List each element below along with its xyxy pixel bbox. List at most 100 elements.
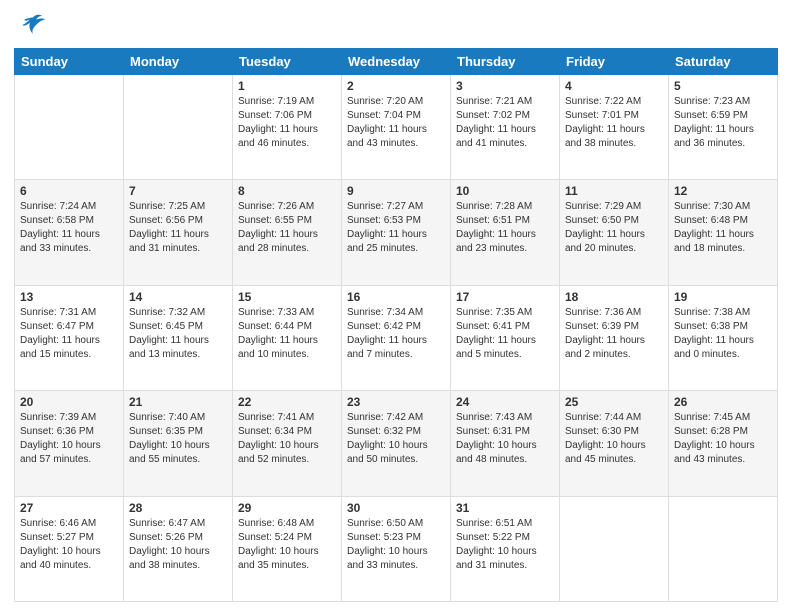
calendar-cell: 19 Sunrise: 7:38 AM Sunset: 6:38 PM Dayli… — [669, 285, 778, 390]
day-info: Sunrise: 7:23 AM Sunset: 6:59 PM Dayligh… — [674, 95, 772, 151]
calendar-cell: 16 Sunrise: 7:34 AM Sunset: 6:42 PM Dayli… — [342, 285, 451, 390]
week-row-2: 6 Sunrise: 7:24 AM Sunset: 6:58 PM Daylig… — [15, 180, 778, 285]
weekday-header-thursday: Thursday — [451, 49, 560, 75]
day-info: Sunrise: 7:43 AM Sunset: 6:31 PM Dayligh… — [456, 411, 554, 467]
day-info: Sunrise: 7:39 AM Sunset: 6:36 PM Dayligh… — [20, 411, 118, 467]
day-info: Sunrise: 6:46 AM Sunset: 5:27 PM Dayligh… — [20, 517, 118, 573]
weekday-header-row: SundayMondayTuesdayWednesdayThursdayFrid… — [15, 49, 778, 75]
calendar-cell: 12Sunrise: 7:30 AM Sunset: 6:48 PM Dayli… — [669, 180, 778, 285]
calendar-cell: 21Sunrise: 7:40 AM Sunset: 6:35 PM Dayli… — [124, 391, 233, 496]
calendar-cell: 9 Sunrise: 7:27 AM Sunset: 6:53 PM Daylig… — [342, 180, 451, 285]
day-number: 22 — [238, 395, 336, 409]
day-info: Sunrise: 7:34 AM Sunset: 6:42 PM Dayligh… — [347, 306, 445, 362]
calendar-cell: 28 Sunrise: 6:47 AM Sunset: 5:26 PM Dayli… — [124, 496, 233, 601]
day-info: Sunrise: 7:41 AM Sunset: 6:34 PM Dayligh… — [238, 411, 336, 467]
day-number: 29 — [238, 501, 336, 515]
day-number: 2 — [347, 79, 445, 93]
calendar-cell: 18 Sunrise: 7:36 AM Sunset: 6:39 PM Dayli… — [560, 285, 669, 390]
calendar-cell: 6 Sunrise: 7:24 AM Sunset: 6:58 PM Daylig… — [15, 180, 124, 285]
day-number: 31 — [456, 501, 554, 515]
day-number: 14 — [129, 290, 227, 304]
week-row-1: 1 Sunrise: 7:19 AM Sunset: 7:06 PM Daylig… — [15, 75, 778, 180]
day-number: 5 — [674, 79, 772, 93]
calendar-cell: 23 Sunrise: 7:42 AM Sunset: 6:32 PM Dayli… — [342, 391, 451, 496]
calendar-cell: 26 Sunrise: 7:45 AM Sunset: 6:28 PM Dayli… — [669, 391, 778, 496]
calendar-table: SundayMondayTuesdayWednesdayThursdayFrid… — [14, 48, 778, 602]
day-info: Sunrise: 7:35 AM Sunset: 6:41 PM Dayligh… — [456, 306, 554, 362]
weekday-header-friday: Friday — [560, 49, 669, 75]
day-info: Sunrise: 7:24 AM Sunset: 6:58 PM Dayligh… — [20, 200, 118, 256]
logo-bird-icon — [18, 10, 48, 40]
day-info: Sunrise: 7:28 AM Sunset: 6:51 PM Dayligh… — [456, 200, 554, 256]
day-number: 26 — [674, 395, 772, 409]
day-number: 3 — [456, 79, 554, 93]
weekday-header-sunday: Sunday — [15, 49, 124, 75]
day-number: 11 — [565, 184, 663, 198]
day-info: Sunrise: 6:47 AM Sunset: 5:26 PM Dayligh… — [129, 517, 227, 573]
day-number: 17 — [456, 290, 554, 304]
calendar-cell: 8 Sunrise: 7:26 AM Sunset: 6:55 PM Daylig… — [233, 180, 342, 285]
day-info: Sunrise: 7:42 AM Sunset: 6:32 PM Dayligh… — [347, 411, 445, 467]
day-info: Sunrise: 6:48 AM Sunset: 5:24 PM Dayligh… — [238, 517, 336, 573]
weekday-header-tuesday: Tuesday — [233, 49, 342, 75]
day-info: Sunrise: 7:36 AM Sunset: 6:39 PM Dayligh… — [565, 306, 663, 362]
day-number: 23 — [347, 395, 445, 409]
day-info: Sunrise: 7:22 AM Sunset: 7:01 PM Dayligh… — [565, 95, 663, 151]
header — [14, 10, 778, 40]
day-number: 18 — [565, 290, 663, 304]
calendar-cell: 30 Sunrise: 6:50 AM Sunset: 5:23 PM Dayli… — [342, 496, 451, 601]
week-row-5: 27 Sunrise: 6:46 AM Sunset: 5:27 PM Dayli… — [15, 496, 778, 601]
day-info: Sunrise: 7:21 AM Sunset: 7:02 PM Dayligh… — [456, 95, 554, 151]
weekday-header-monday: Monday — [124, 49, 233, 75]
calendar-cell: 27 Sunrise: 6:46 AM Sunset: 5:27 PM Dayli… — [15, 496, 124, 601]
day-number: 10 — [456, 184, 554, 198]
day-number: 9 — [347, 184, 445, 198]
day-info: Sunrise: 7:26 AM Sunset: 6:55 PM Dayligh… — [238, 200, 336, 256]
day-info: Sunrise: 7:29 AM Sunset: 6:50 PM Dayligh… — [565, 200, 663, 256]
day-info: Sunrise: 7:38 AM Sunset: 6:38 PM Dayligh… — [674, 306, 772, 362]
weekday-header-wednesday: Wednesday — [342, 49, 451, 75]
calendar-cell: 14 Sunrise: 7:32 AM Sunset: 6:45 PM Dayli… — [124, 285, 233, 390]
calendar-cell: 22 Sunrise: 7:41 AM Sunset: 6:34 PM Dayli… — [233, 391, 342, 496]
day-info: Sunrise: 7:31 AM Sunset: 6:47 PM Dayligh… — [20, 306, 118, 362]
day-number: 8 — [238, 184, 336, 198]
calendar-cell — [15, 75, 124, 180]
calendar-cell: 3 Sunrise: 7:21 AM Sunset: 7:02 PM Daylig… — [451, 75, 560, 180]
weekday-header-saturday: Saturday — [669, 49, 778, 75]
week-row-4: 20Sunrise: 7:39 AM Sunset: 6:36 PM Dayli… — [15, 391, 778, 496]
day-info: Sunrise: 6:51 AM Sunset: 5:22 PM Dayligh… — [456, 517, 554, 573]
page: SundayMondayTuesdayWednesdayThursdayFrid… — [0, 0, 792, 612]
day-number: 16 — [347, 290, 445, 304]
calendar-cell — [124, 75, 233, 180]
day-info: Sunrise: 7:45 AM Sunset: 6:28 PM Dayligh… — [674, 411, 772, 467]
calendar-cell: 15 Sunrise: 7:33 AM Sunset: 6:44 PM Dayli… — [233, 285, 342, 390]
day-number: 24 — [456, 395, 554, 409]
day-number: 21 — [129, 395, 227, 409]
calendar-cell: 11 Sunrise: 7:29 AM Sunset: 6:50 PM Dayli… — [560, 180, 669, 285]
day-number: 4 — [565, 79, 663, 93]
day-number: 1 — [238, 79, 336, 93]
day-info: Sunrise: 7:32 AM Sunset: 6:45 PM Dayligh… — [129, 306, 227, 362]
day-number: 6 — [20, 184, 118, 198]
calendar-cell: 7Sunrise: 7:25 AM Sunset: 6:56 PM Daylig… — [124, 180, 233, 285]
day-info: Sunrise: 7:33 AM Sunset: 6:44 PM Dayligh… — [238, 306, 336, 362]
day-number: 28 — [129, 501, 227, 515]
calendar-cell: 2 Sunrise: 7:20 AM Sunset: 7:04 PM Daylig… — [342, 75, 451, 180]
calendar-cell: 1 Sunrise: 7:19 AM Sunset: 7:06 PM Daylig… — [233, 75, 342, 180]
day-number: 15 — [238, 290, 336, 304]
day-info: Sunrise: 6:50 AM Sunset: 5:23 PM Dayligh… — [347, 517, 445, 573]
day-info: Sunrise: 7:27 AM Sunset: 6:53 PM Dayligh… — [347, 200, 445, 256]
day-number: 27 — [20, 501, 118, 515]
day-number: 12 — [674, 184, 772, 198]
calendar-cell: 5 Sunrise: 7:23 AM Sunset: 6:59 PM Daylig… — [669, 75, 778, 180]
day-number: 25 — [565, 395, 663, 409]
day-info: Sunrise: 7:19 AM Sunset: 7:06 PM Dayligh… — [238, 95, 336, 151]
day-number: 30 — [347, 501, 445, 515]
calendar-cell: 17 Sunrise: 7:35 AM Sunset: 6:41 PM Dayli… — [451, 285, 560, 390]
calendar-cell: 25Sunrise: 7:44 AM Sunset: 6:30 PM Dayli… — [560, 391, 669, 496]
day-info: Sunrise: 7:20 AM Sunset: 7:04 PM Dayligh… — [347, 95, 445, 151]
week-row-3: 13Sunrise: 7:31 AM Sunset: 6:47 PM Dayli… — [15, 285, 778, 390]
calendar-cell: 10 Sunrise: 7:28 AM Sunset: 6:51 PM Dayli… — [451, 180, 560, 285]
calendar-cell — [669, 496, 778, 601]
day-number: 19 — [674, 290, 772, 304]
